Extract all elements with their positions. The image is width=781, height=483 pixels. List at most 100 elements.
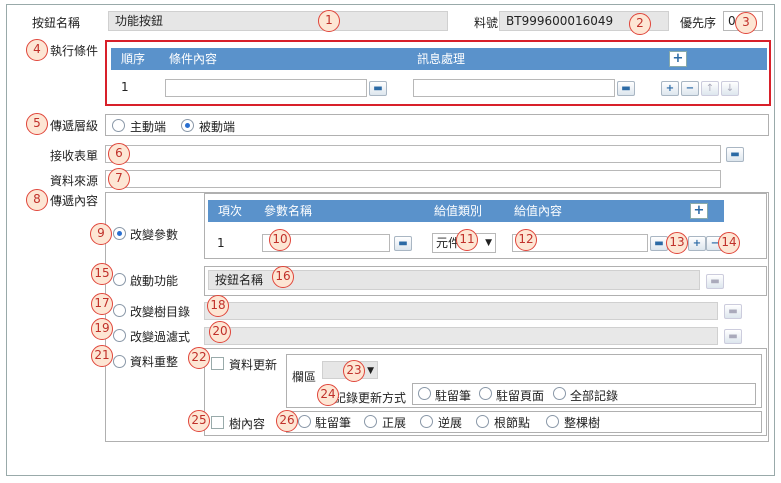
callout-16: 16	[272, 266, 294, 288]
section-label: 欄區	[292, 370, 317, 384]
callout-13: 13	[666, 232, 688, 254]
chevron-down-icon: ▼	[367, 366, 374, 376]
tree-option-reverse: 逆展	[438, 416, 463, 430]
arrow-down-icon[interactable]: ↓	[721, 81, 739, 96]
col-order: 順序	[121, 52, 146, 66]
folder-icon[interactable]: ▬	[394, 236, 412, 251]
callout-11: 11	[456, 229, 478, 251]
callout-20: 20	[209, 321, 231, 343]
change-tree-label: 改變樹目錄	[130, 305, 191, 319]
callout-12: 12	[515, 229, 537, 251]
tree-option-stay-row-radio[interactable]	[298, 415, 311, 428]
record-update-label: 記錄更新方式	[334, 391, 407, 405]
col-message: 訊息處理	[417, 52, 466, 66]
callout-1: 1	[318, 10, 340, 32]
button-name-field[interactable]: 功能按鈕	[108, 11, 448, 31]
callout-26: 26	[276, 410, 298, 432]
record-option-stay-page-radio[interactable]	[479, 387, 492, 400]
data-source-input[interactable]	[105, 170, 721, 188]
col-value-content: 給值內容	[514, 204, 563, 218]
minus-icon[interactable]: −	[681, 81, 699, 96]
tree-option-root: 根節點	[494, 416, 531, 430]
active-end-label: 主動端	[130, 120, 167, 134]
exec-table-header: 順序 條件內容 訊息處理 +	[111, 48, 767, 70]
callout-2: 2	[629, 13, 651, 35]
callout-19: 19	[91, 318, 113, 340]
tree-option-reverse-radio[interactable]	[420, 415, 433, 428]
chevron-down-icon: ▼	[485, 238, 492, 248]
callout-7: 7	[108, 168, 130, 190]
callout-8: 8	[26, 189, 48, 211]
tree-option-whole: 整棵樹	[564, 416, 601, 430]
param-table-header: 項次 參數名稱 給值類別 給值內容 +	[208, 200, 724, 222]
active-end-radio[interactable]	[112, 119, 125, 132]
receive-form-input[interactable]	[105, 145, 721, 163]
callout-14: 14	[718, 232, 740, 254]
callout-10: 10	[269, 229, 291, 251]
data-reorg-label: 資料重整	[130, 355, 179, 369]
folder-icon[interactable]: ▬	[726, 147, 744, 162]
exec-condition-panel: 順序 條件內容 訊息處理 + 1 ▬ ▬ + − ↑ ↓	[105, 40, 771, 106]
data-update-label: 資料更新	[229, 358, 278, 372]
data-update-checkbox[interactable]	[211, 357, 224, 370]
change-filter-radio[interactable]	[113, 329, 126, 342]
plus-icon[interactable]: +	[688, 236, 706, 251]
folder-icon[interactable]: ▬	[369, 81, 387, 96]
change-tree-input[interactable]	[204, 302, 718, 320]
tree-option-forward: 正展	[382, 416, 407, 430]
col-param-name: 參數名稱	[264, 204, 313, 218]
record-option-all-radio[interactable]	[553, 387, 566, 400]
callout-6: 6	[108, 143, 130, 165]
change-filter-label: 改變過濾式	[130, 330, 191, 344]
start-function-radio[interactable]	[113, 273, 126, 286]
record-option-all: 全部記錄	[570, 389, 619, 403]
callout-22: 22	[188, 347, 210, 369]
callout-21: 21	[91, 345, 113, 367]
callout-24: 24	[317, 384, 339, 406]
exec-row-number: 1	[121, 80, 129, 94]
callout-25: 25	[188, 410, 210, 432]
tree-option-forward-radio[interactable]	[364, 415, 377, 428]
callout-15: 15	[91, 263, 113, 285]
passive-end-label: 被動端	[199, 120, 236, 134]
change-params-radio[interactable]	[113, 227, 126, 240]
condition-input[interactable]	[165, 79, 367, 97]
folder-icon[interactable]: ▬	[706, 274, 724, 289]
col-value-type: 給值類別	[434, 204, 483, 218]
start-function-label: 啟動功能	[130, 274, 179, 288]
tree-option-stay-row: 駐留筆	[315, 416, 352, 430]
callout-4: 4	[26, 39, 48, 61]
folder-icon[interactable]: ▬	[724, 304, 742, 319]
col-item: 項次	[218, 204, 243, 218]
message-input[interactable]	[413, 79, 615, 97]
callout-5: 5	[26, 113, 48, 135]
record-option-stay-row: 駐留筆	[435, 389, 472, 403]
callout-18: 18	[207, 295, 229, 317]
receive-form-label: 接收表單	[50, 149, 99, 163]
data-reorg-radio[interactable]	[113, 355, 126, 368]
exec-label: 執行條件	[50, 44, 99, 58]
callout-17: 17	[91, 293, 113, 315]
tree-content-checkbox[interactable]	[211, 416, 224, 429]
change-params-label: 改變參數	[130, 228, 179, 242]
col-condition: 條件內容	[169, 52, 218, 66]
record-option-stay-page: 駐留頁面	[496, 389, 545, 403]
plus-icon[interactable]: +	[661, 81, 679, 96]
data-source-label: 資料來源	[50, 174, 99, 188]
add-param-button[interactable]: +	[690, 203, 708, 219]
change-filter-input[interactable]	[204, 327, 718, 345]
tree-option-root-radio[interactable]	[476, 415, 489, 428]
record-option-stay-row-radio[interactable]	[418, 387, 431, 400]
layer-label: 傳遞層級	[50, 119, 99, 133]
button-name-label: 按鈕名稱	[32, 16, 81, 30]
arrow-up-icon[interactable]: ↑	[701, 81, 719, 96]
folder-icon[interactable]: ▬	[724, 329, 742, 344]
folder-icon[interactable]: ▬	[617, 81, 635, 96]
material-no-label: 料號	[474, 16, 499, 30]
param-row-number: 1	[217, 236, 225, 250]
add-row-button[interactable]: +	[669, 51, 687, 67]
tree-option-whole-radio[interactable]	[546, 415, 559, 428]
passive-end-radio[interactable]	[181, 119, 194, 132]
callout-23: 23	[343, 360, 365, 382]
change-tree-radio[interactable]	[113, 304, 126, 317]
